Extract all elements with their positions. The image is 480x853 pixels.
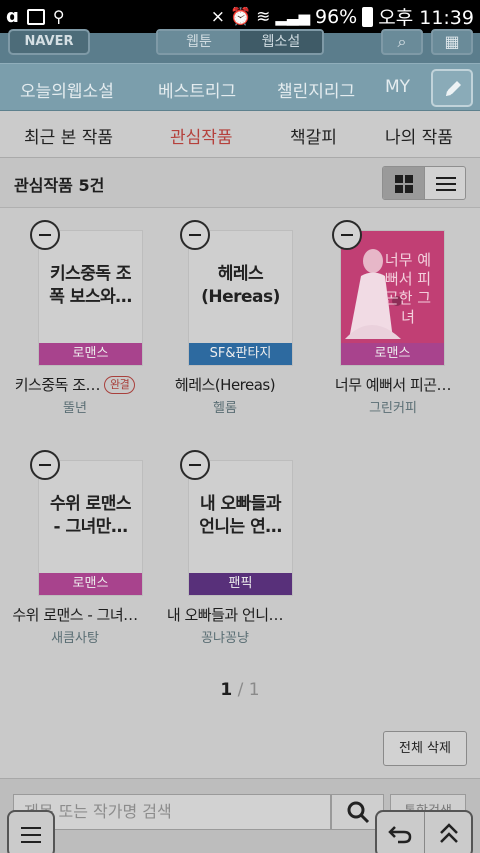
view-toggle — [382, 166, 466, 200]
page-total: 1 — [248, 680, 260, 700]
remove-favorite-button[interactable] — [332, 220, 362, 250]
list-view-button[interactable] — [423, 167, 466, 199]
book-cover[interactable]: 내 오빠들과 언니는 연… 팬픽 — [188, 460, 293, 596]
book-item[interactable]: 내 오빠들과 언니는 연… 팬픽 내 오빠들과 언니… 꽁냐꽁냥 — [150, 450, 300, 650]
grid-menu-button[interactable]: ▦ — [431, 29, 473, 55]
book-cover[interactable]: 너무 예뻐서 피곤한 그녀 로맨스 — [340, 230, 445, 366]
search-icon: ⌕ — [397, 32, 407, 51]
page-separator: / — [232, 680, 249, 700]
back-button[interactable] — [377, 812, 424, 853]
genre-label: 로맨스 — [39, 573, 142, 595]
list-header: 관심작품 5건 — [0, 158, 480, 208]
nav-my[interactable]: MY — [385, 77, 410, 97]
service-switch: 웹툰 웹소설 — [156, 29, 324, 55]
list-title: 관심작품 5건 — [14, 176, 105, 195]
pagination: 1 / 1 — [0, 680, 480, 700]
book-author: 헬롬 — [213, 401, 237, 416]
tab-favorites[interactable]: 관심작품 — [170, 123, 233, 148]
book-item[interactable]: 키스중독 조폭 보스와… 로맨스 키스중독 조… 완결 뚤년 — [0, 220, 150, 420]
book-title: 헤레스(Hereas) — [174, 376, 276, 394]
cover-title: 수위 로맨스 - 그녀만… — [49, 494, 132, 537]
segment-webnovel[interactable]: 웹소설 — [240, 31, 322, 53]
hamburger-icon — [21, 827, 41, 829]
remove-favorite-button[interactable] — [180, 220, 210, 250]
pencil-icon — [446, 81, 461, 96]
wifi-icon: ≋ — [256, 6, 271, 27]
remove-favorite-button[interactable] — [180, 450, 210, 480]
floating-actions — [375, 810, 473, 853]
app-notification-icon: ɑ — [6, 6, 19, 27]
book-item[interactable]: 수위 로맨스 - 그녀만… 로맨스 수위 로맨스 - 그녀… 새큼사탕 — [0, 450, 150, 650]
list-view-icon — [435, 177, 456, 191]
genre-label: 로맨스 — [341, 343, 444, 365]
app-header: NAVER 웹툰 웹소설 ⌕ ▦ — [0, 29, 480, 63]
completed-badge: 완결 — [104, 376, 136, 394]
nav-best-league[interactable]: 베스트리그 — [158, 77, 236, 102]
book-title: 내 오빠들과 언니… — [166, 606, 284, 624]
segment-webtoon[interactable]: 웹툰 — [158, 31, 240, 53]
double-chevron-up-icon — [439, 823, 458, 843]
cover-title: 키스중독 조폭 보스와… — [49, 264, 132, 307]
page-current[interactable]: 1 — [220, 680, 232, 700]
hamburger-icon-line — [21, 841, 41, 843]
location-icon: ⚲ — [52, 7, 65, 26]
book-author: 뚤년 — [63, 401, 87, 416]
search-icon — [347, 801, 370, 824]
search-button[interactable]: ⌕ — [381, 29, 423, 55]
cover-title: 내 오빠들과 언니는 연… — [199, 494, 282, 537]
sub-tabs: 최근 본 작품 관심작품 책갈피 나의 작품 — [0, 111, 480, 158]
back-arrow-icon — [388, 826, 412, 844]
menu-button[interactable] — [7, 810, 55, 853]
genre-label: 팬픽 — [189, 573, 292, 595]
book-title-row: 키스중독 조… 완결 — [0, 374, 150, 395]
nav-today[interactable]: 오늘의웹소설 — [20, 77, 114, 102]
search-input[interactable]: 제목 또는 작가명 검색 — [13, 794, 331, 830]
write-button[interactable] — [431, 69, 473, 107]
clock: 오후 11:39 — [378, 7, 474, 29]
image-icon — [26, 8, 45, 25]
status-right: ⨯ ⏰ ≋ ▂▃▅ 96% 오후 11:39 — [211, 3, 474, 30]
book-author: 꽁냐꽁냥 — [201, 631, 249, 646]
book-item[interactable]: 헤레스(Hereas) SF&판타지 헤레스(Hereas) 헬롬 — [150, 220, 300, 420]
book-title: 수위 로맨스 - 그녀… — [12, 606, 138, 624]
book-author: 새큼사탕 — [51, 631, 99, 646]
book-title: 키스중독 조… — [14, 376, 101, 394]
book-cover[interactable]: 키스중독 조폭 보스와… 로맨스 — [38, 230, 143, 366]
cover-title: 너무 예뻐서 피곤한 그녀 — [384, 251, 432, 326]
hamburger-icon-line — [21, 834, 41, 836]
grid-view-icon — [395, 175, 413, 193]
battery-icon — [362, 6, 374, 27]
genre-label: SF&판타지 — [189, 343, 292, 365]
cover-title: 헤레스(Hereas) — [201, 264, 280, 307]
book-cover[interactable]: 헤레스(Hereas) SF&판타지 — [188, 230, 293, 366]
category-nav: 오늘의웹소설 베스트리그 챌린지리그 MY — [0, 63, 480, 111]
book-item[interactable]: 너무 예뻐서 피곤한 그녀 로맨스 너무 예뻐서 피곤… 그린커피 — [302, 220, 452, 420]
remove-favorite-button[interactable] — [30, 220, 60, 250]
battery-percent: 96% — [315, 5, 358, 28]
mute-icon: ⨯ — [210, 6, 225, 27]
signal-icon: ▂▃▅ — [275, 7, 310, 26]
book-cover[interactable]: 수위 로맨스 - 그녀만… 로맨스 — [38, 460, 143, 596]
tab-recent[interactable]: 최근 본 작품 — [24, 123, 113, 148]
alarm-icon: ⏰ — [229, 6, 252, 27]
tab-my-works[interactable]: 나의 작품 — [385, 123, 453, 148]
nav-challenge-league[interactable]: 챌린지리그 — [277, 77, 355, 102]
grid-icon: ▦ — [444, 32, 460, 51]
book-author: 그린커피 — [369, 401, 417, 416]
status-left-icons: ɑ ⚲ — [6, 6, 65, 27]
book-title: 너무 예뻐서 피곤… — [334, 376, 452, 394]
delete-all-button[interactable]: 전체 삭제 — [383, 731, 467, 766]
tab-bookmarks[interactable]: 책갈피 — [290, 123, 337, 148]
scroll-top-button[interactable] — [423, 812, 472, 853]
remove-favorite-button[interactable] — [30, 450, 60, 480]
naver-logo[interactable]: NAVER — [8, 29, 90, 55]
genre-label: 로맨스 — [39, 343, 142, 365]
grid-view-button[interactable] — [383, 167, 424, 199]
